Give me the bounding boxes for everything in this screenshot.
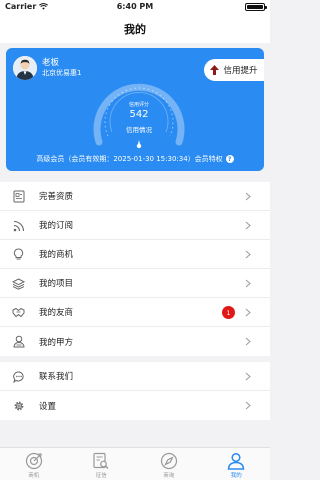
- avatar[interactable]: [13, 56, 37, 80]
- menu-group-secondary: 联系我们 设置: [0, 362, 270, 420]
- credit-upgrade-button[interactable]: 信用提升: [204, 59, 264, 81]
- lightbulb-icon: [12, 248, 25, 261]
- tab-credit[interactable]: 征信: [68, 448, 136, 480]
- menu-item-partners[interactable]: 我的友商 1: [0, 298, 270, 327]
- menu-item-label: 我的项目: [39, 279, 74, 289]
- tab-inquiry[interactable]: 商询: [135, 448, 203, 480]
- clock: 6:40 PM: [116, 2, 154, 11]
- page-title: 我的: [124, 22, 146, 36]
- person-icon: [12, 335, 25, 348]
- chevron-right-icon: [245, 308, 251, 317]
- tab-opportunity[interactable]: 商机: [0, 448, 68, 480]
- gauge-needle: [136, 140, 142, 149]
- credit-status: 信用情况: [126, 126, 152, 134]
- rss-icon: [12, 219, 25, 232]
- notification-badge: 1: [222, 306, 235, 319]
- user-name: 老板: [42, 58, 60, 68]
- chevron-right-icon: [245, 337, 251, 346]
- tab-mine[interactable]: 我的: [203, 448, 271, 480]
- member-info-text: 高级会员（会员有效期：2025-01-30 15:30:34）会员特权: [36, 155, 223, 163]
- target-icon: [24, 451, 43, 470]
- menu-item-clients[interactable]: 我的甲方: [0, 327, 270, 356]
- profile-card: 老板 北京优易惠1 信用提升 信用评分 542 信用情况 高级会员（会员有效期：…: [6, 48, 264, 171]
- menu-group-main: 完善资质 我的订阅 我的商机 我的项目 我的友商 1 我的甲方: [0, 182, 270, 356]
- menu-item-contact[interactable]: 联系我们: [0, 362, 270, 391]
- menu-item-label: 联系我们: [39, 372, 74, 382]
- menu-item-label: 设置: [39, 401, 57, 412]
- document-icon: [12, 190, 25, 203]
- chevron-right-icon: [245, 192, 251, 201]
- chevron-right-icon: [245, 279, 251, 288]
- gear-icon: [12, 399, 25, 412]
- tab-bar: 商机 征信 商询 我的: [0, 447, 270, 480]
- menu-item-projects[interactable]: 我的项目: [0, 269, 270, 298]
- user-icon: [227, 451, 246, 470]
- compass-icon: [159, 451, 178, 470]
- menu-item-opportunity[interactable]: 我的商机: [0, 240, 270, 269]
- tab-label: 商询: [163, 473, 175, 479]
- up-arrow-icon: [210, 65, 220, 75]
- layers-icon: [12, 277, 25, 290]
- chevron-right-icon: [245, 401, 251, 410]
- menu-item-label: 我的甲方: [39, 337, 74, 348]
- question-icon[interactable]: ?: [225, 155, 234, 163]
- tab-label: 商机: [28, 473, 40, 479]
- tab-label: 征信: [95, 473, 107, 479]
- handshake-icon: [12, 306, 25, 319]
- navigation-bar: 我的: [0, 14, 270, 43]
- credit-score: 542: [129, 109, 149, 120]
- chat-icon: [12, 370, 25, 383]
- avatar-person-icon: [13, 56, 37, 80]
- chevron-right-icon: [245, 221, 251, 230]
- menu-item-label: 我的订阅: [39, 221, 74, 231]
- menu-item-label: 我的商机: [39, 250, 74, 260]
- menu-item-subscription[interactable]: 我的订阅: [0, 211, 270, 240]
- battery-icon: [245, 3, 267, 11]
- tab-label: 我的: [230, 473, 242, 479]
- menu-item-label: 完善资质: [39, 192, 74, 202]
- chevron-right-icon: [245, 250, 251, 259]
- menu-item-qualification[interactable]: 完善资质: [0, 182, 270, 211]
- user-company: 北京优易惠1: [42, 69, 82, 77]
- member-info[interactable]: 高级会员（会员有效期：2025-01-30 15:30:34）会员特权 ?: [6, 154, 264, 164]
- status-bar: Carrier 6:40 PM: [0, 0, 270, 14]
- menu-item-settings[interactable]: 设置: [0, 391, 270, 420]
- search-doc-icon: [92, 451, 111, 470]
- menu-item-label: 我的友商: [39, 308, 74, 318]
- gauge-title: 信用评分: [128, 102, 149, 108]
- credit-upgrade-label: 信用提升: [223, 66, 258, 76]
- chevron-right-icon: [245, 372, 251, 381]
